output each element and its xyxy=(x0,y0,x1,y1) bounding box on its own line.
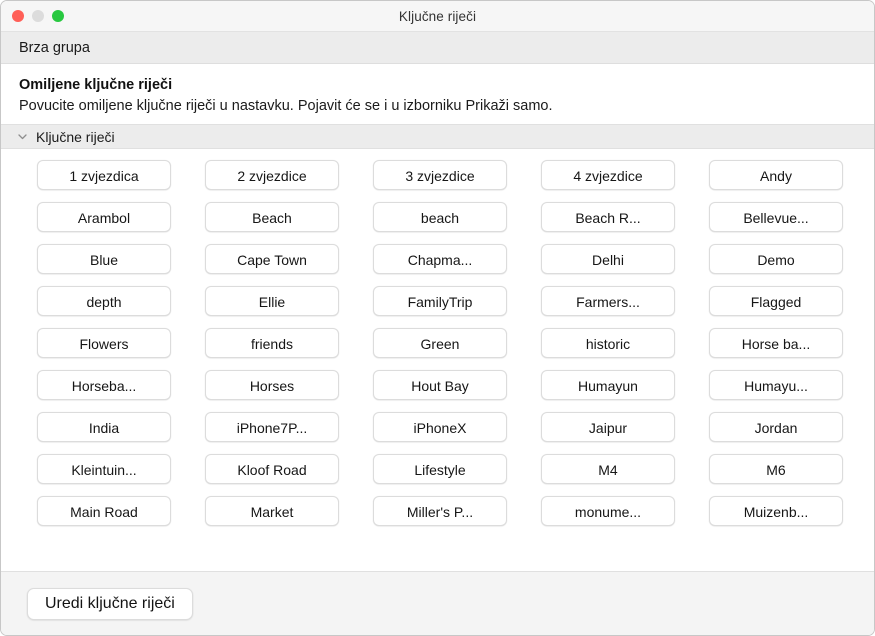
keywords-grid: 1 zvjezdica 2 zvjezdice 3 zvjezdice 4 zvjez… xyxy=(1,160,874,526)
quick-group-toolbar: Brza grupa xyxy=(1,32,874,64)
keyword-button[interactable]: India xyxy=(37,412,171,442)
keyword-button[interactable]: Green xyxy=(373,328,507,358)
chevron-down-icon[interactable] xyxy=(17,131,28,142)
favorites-intro: Omiljene ključne riječi Povucite omiljen… xyxy=(1,64,874,124)
keyword-button[interactable]: Demo xyxy=(709,244,843,274)
favorites-heading: Omiljene ključne riječi xyxy=(19,77,173,93)
keyword-button[interactable]: Jordan xyxy=(709,412,843,442)
keyword-button[interactable]: Bellevue... xyxy=(709,202,843,232)
keyword-button[interactable]: Humayun xyxy=(541,370,675,400)
keyword-button[interactable]: Horses xyxy=(205,370,339,400)
keyword-button[interactable]: Flagged xyxy=(709,286,843,316)
keyword-button[interactable]: Farmers... xyxy=(541,286,675,316)
keyword-button[interactable]: historic xyxy=(541,328,675,358)
keyword-button[interactable]: FamilyTrip xyxy=(373,286,507,316)
keyword-button[interactable]: Humayu... xyxy=(709,370,843,400)
keywords-grid-area: 1 zvjezdica 2 zvjezdice 3 zvjezdice 4 zvjez… xyxy=(1,149,874,571)
keyword-button[interactable]: 1 zvjezdica xyxy=(37,160,171,190)
favorites-description: Povucite omiljene ključne riječi u nasta… xyxy=(19,98,553,114)
keyword-button[interactable]: Market xyxy=(205,496,339,526)
keyword-button[interactable]: beach xyxy=(373,202,507,232)
keyword-button[interactable]: Arambol xyxy=(37,202,171,232)
keyword-button[interactable]: Blue xyxy=(37,244,171,274)
keyword-button[interactable]: Delhi xyxy=(541,244,675,274)
keyword-button[interactable]: Ellie xyxy=(205,286,339,316)
keyword-button[interactable]: Beach R... xyxy=(541,202,675,232)
keyword-button[interactable]: Flowers xyxy=(37,328,171,358)
keyword-button[interactable]: Miller's P... xyxy=(373,496,507,526)
edit-keywords-button[interactable]: Uredi ključne riječi xyxy=(27,587,193,620)
keyword-button[interactable]: M6 xyxy=(709,454,843,484)
keyword-button[interactable]: iPhoneX xyxy=(373,412,507,442)
footer-bar: Uredi ključne riječi xyxy=(1,571,874,635)
keywords-section-header[interactable]: Ključne riječi xyxy=(1,124,874,149)
minimize-button[interactable] xyxy=(32,10,44,22)
window-title: Ključne riječi xyxy=(398,8,477,24)
keyword-button[interactable]: Kloof Road xyxy=(205,454,339,484)
keyword-button[interactable]: 3 zvjezdice xyxy=(373,160,507,190)
keyword-button[interactable]: Horse ba... xyxy=(709,328,843,358)
close-button[interactable] xyxy=(12,10,24,22)
quick-group-label: Brza grupa xyxy=(19,39,90,56)
keyword-button[interactable]: Beach xyxy=(205,202,339,232)
keyword-button[interactable]: Muizenb... xyxy=(709,496,843,526)
keyword-button[interactable]: Lifestyle xyxy=(373,454,507,484)
keyword-button[interactable]: Hout Bay xyxy=(373,370,507,400)
keyword-button[interactable]: iPhone7P... xyxy=(205,412,339,442)
keyword-button[interactable]: monume... xyxy=(541,496,675,526)
keyword-button[interactable]: Horseba... xyxy=(37,370,171,400)
keyword-button[interactable]: 2 zvjezdice xyxy=(205,160,339,190)
keyword-button[interactable]: 4 zvjezdice xyxy=(541,160,675,190)
keyword-button[interactable]: Cape Town xyxy=(205,244,339,274)
zoom-button[interactable] xyxy=(52,10,64,22)
title-bar: Ključne riječi xyxy=(1,1,874,32)
keyword-button[interactable]: Chapma... xyxy=(373,244,507,274)
keyword-button[interactable]: M4 xyxy=(541,454,675,484)
keyword-button[interactable]: depth xyxy=(37,286,171,316)
keyword-button[interactable]: Kleintuin... xyxy=(37,454,171,484)
keyword-button[interactable]: Jaipur xyxy=(541,412,675,442)
keyword-button[interactable]: Main Road xyxy=(37,496,171,526)
keyword-button[interactable]: Andy xyxy=(709,160,843,190)
keywords-section-title: Ključne riječi xyxy=(36,128,115,145)
keywords-window: Ključne riječi Brza grupa Omiljene ključ… xyxy=(0,0,875,636)
keyword-button[interactable]: friends xyxy=(205,328,339,358)
window-controls xyxy=(12,1,64,31)
